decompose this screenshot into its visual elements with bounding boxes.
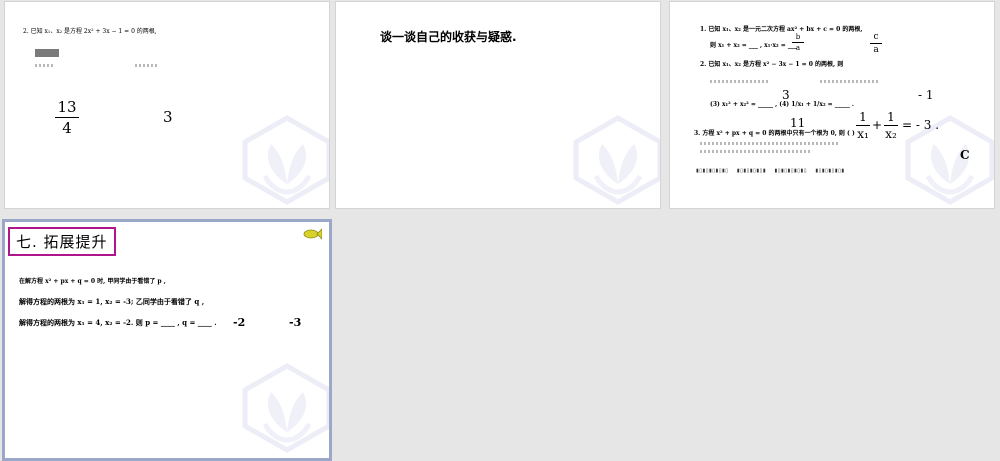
fraction-bar [884, 125, 898, 126]
fraction-numerator: b [795, 33, 801, 41]
fraction-denominator: 4 [62, 119, 72, 137]
slide-4-line-1: 在解方程 x² + px + q = 0 时, 甲同学由于看错了 p , [19, 278, 166, 285]
decorative-fish-icon [303, 228, 322, 240]
slide-3-line-2: 则 x₁ + x₂ = ___ , x₁·x₂ = ___ [710, 42, 797, 49]
fraction-bar [55, 117, 79, 118]
slide-thumbnail-3[interactable]: 1. 已知 x₁、x₂ 是一元二次方程 ax² + bx + c = 0 的两根… [670, 2, 994, 208]
slide-1-garbled-text [35, 49, 59, 57]
slide-3-result: = - 3 . [902, 118, 940, 132]
watermark-logo-icon [241, 114, 329, 206]
slide-2-text: 谈一谈自己的收获与疑惑. [380, 30, 517, 44]
slide-3-fraction-c-over-a: c a [870, 32, 882, 55]
slide-3-garbled-options: ▮▯▮▯▮▯▮▯▮▯ ▮▯▮▯▮▯▮▯▮ ▮▯▮▯▮▯▮▯▮▯ ▮▯▮▯▮▯▮▯… [696, 168, 845, 174]
watermark-logo-icon [241, 362, 329, 454]
slide-3-line-5: 3. 方程 x² + px + q = 0 的两根中只有一个根为 0, 则 ( … [694, 130, 855, 137]
slide-3-garbled-text [710, 80, 770, 83]
slide-1-answer-fraction: 13 4 [55, 98, 79, 137]
fraction-denominator: x₂ [885, 127, 897, 141]
slide-3-garbled-text [820, 80, 880, 83]
fraction-denominator: a [795, 44, 801, 52]
slide-3-fraction-1-over-x2: 1 x₂ [884, 110, 898, 141]
fraction-denominator: a [873, 45, 879, 55]
slide-thumbnail-2[interactable]: 谈一谈自己的收获与疑惑. [336, 2, 660, 208]
slide-3-value-3: 3 [782, 88, 790, 102]
slide-3-line-1: 1. 已知 x₁、x₂ 是一元二次方程 ax² + bx + c = 0 的两根… [700, 26, 863, 33]
fraction-denominator: x₁ [857, 127, 869, 141]
slide-3-value-neg1: - 1 [918, 88, 934, 102]
watermark-logo-icon [572, 114, 660, 206]
fraction-bar [792, 42, 804, 43]
slide-3-fraction-1-over-x1: 1 x₁ [856, 110, 870, 141]
slide-1-answer-value: 3 [163, 108, 173, 126]
slide-thumbnail-4[interactable]: 七. 拓展提升 在解方程 x² + px + q = 0 时, 甲同学由于看错了… [5, 222, 329, 458]
fraction-bar [856, 125, 870, 126]
slide-3-fraction-b-over-a: b a [792, 33, 804, 52]
slide-1-problem: 2. 已知 x₁、x₂ 是方程 2x² + 3x − 1 = 0 的两根, [23, 28, 157, 35]
slide-4-line-2: 解得方程的两根为 x₁ = 1, x₂ = -3; 乙同学由于看错了 q , [19, 297, 205, 306]
slide-4-answer-p: -2 [233, 316, 246, 329]
slide-1-garbled-text [35, 64, 55, 67]
fraction-numerator: 1 [859, 110, 867, 124]
slide-3-garbled-text [700, 142, 840, 145]
fraction-numerator: c [873, 32, 879, 42]
slide-3-plus-sign: + [872, 118, 883, 132]
slide-3-choice: C [960, 148, 970, 162]
slide-4-title: 七. 拓展提升 [8, 227, 116, 256]
fraction-numerator: 1 [887, 110, 895, 124]
slide-4-answer-q: -3 [289, 316, 302, 329]
fraction-bar [870, 43, 882, 44]
slide-1-garbled-text [135, 64, 157, 67]
slide-3-garbled-text [700, 150, 810, 153]
fraction-numerator: 13 [57, 98, 77, 116]
slide-3-line-3: 2. 已知 x₁、x₂ 是方程 x² − 3x − 1 = 0 的两根, 则 [700, 61, 844, 68]
slide-4-line-3: 解得方程的两根为 x₁ = 4, x₂ = -2. 则 p = ____ , q… [19, 318, 217, 327]
slide-thumbnail-1[interactable]: 2. 已知 x₁、x₂ 是方程 2x² + 3x − 1 = 0 的两根, 13… [5, 2, 329, 208]
slide-3-line-4: (3) x₁² + x₂² = _____ , (4) 1/x₁ + 1/x₂ … [710, 101, 854, 108]
